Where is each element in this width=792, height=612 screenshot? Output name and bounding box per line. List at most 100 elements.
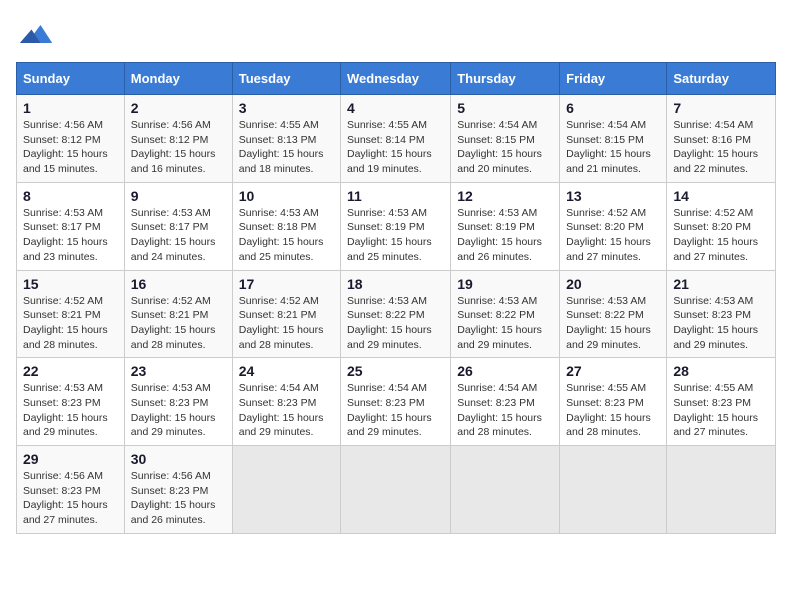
- day-number: 25: [347, 363, 444, 379]
- calendar-cell: 4Sunrise: 4:55 AMSunset: 8:14 PMDaylight…: [341, 95, 451, 183]
- header-wednesday: Wednesday: [341, 63, 451, 95]
- header-saturday: Saturday: [667, 63, 776, 95]
- calendar-week-5: 29 Sunrise: 4:56 AMSunset: 8:23 PMDayligh…: [17, 446, 776, 534]
- day-number: 14: [673, 188, 769, 204]
- day-number: 29: [23, 451, 118, 467]
- day-number: 23: [131, 363, 226, 379]
- day-number: 12: [457, 188, 553, 204]
- calendar-cell: 6 Sunrise: 4:54 AMSunset: 8:15 PMDaylight…: [560, 95, 667, 183]
- day-info: Sunrise: 4:53 AMSunset: 8:19 PMDaylight:…: [457, 206, 553, 265]
- calendar-cell: 3 Sunrise: 4:55 AMSunset: 8:13 PMDaylight…: [232, 95, 340, 183]
- day-number: 16: [131, 276, 226, 292]
- calendar-cell: [341, 446, 451, 534]
- day-number: 8: [23, 188, 118, 204]
- calendar-cell: 17 Sunrise: 4:52 AMSunset: 8:21 PMDayligh…: [232, 270, 340, 358]
- day-number: 30: [131, 451, 226, 467]
- day-info: Sunrise: 4:53 AMSunset: 8:17 PMDaylight:…: [131, 206, 226, 265]
- day-number: 11: [347, 188, 444, 204]
- day-number: 2: [131, 100, 226, 116]
- calendar-cell: 27 Sunrise: 4:55 AMSunset: 8:23 PMDayligh…: [560, 358, 667, 446]
- calendar-cell: 20Sunrise: 4:53 AMSunset: 8:22 PMDayligh…: [560, 270, 667, 358]
- day-info: Sunrise: 4:53 AMSunset: 8:22 PMDaylight:…: [457, 294, 553, 353]
- day-number: 4: [347, 100, 444, 116]
- day-number: 19: [457, 276, 553, 292]
- calendar-cell: 11 Sunrise: 4:53 AMSunset: 8:19 PMDayligh…: [341, 182, 451, 270]
- day-number: 27: [566, 363, 660, 379]
- calendar-cell: 25 Sunrise: 4:54 AMSunset: 8:23 PMDayligh…: [341, 358, 451, 446]
- day-number: 13: [566, 188, 660, 204]
- calendar-week-2: 8 Sunrise: 4:53 AMSunset: 8:17 PMDaylight…: [17, 182, 776, 270]
- day-info: Sunrise: 4:54 AMSunset: 8:23 PMDaylight:…: [347, 381, 444, 440]
- calendar-cell: 29 Sunrise: 4:56 AMSunset: 8:23 PMDayligh…: [17, 446, 125, 534]
- calendar-cell: 12 Sunrise: 4:53 AMSunset: 8:19 PMDayligh…: [451, 182, 560, 270]
- calendar-cell: [451, 446, 560, 534]
- calendar-cell: 22 Sunrise: 4:53 AMSunset: 8:23 PMDayligh…: [17, 358, 125, 446]
- header-monday: Monday: [124, 63, 232, 95]
- calendar-week-1: 1 Sunrise: 4:56 AMSunset: 8:12 PMDaylight…: [17, 95, 776, 183]
- day-info: Sunrise: 4:53 AMSunset: 8:23 PMDaylight:…: [673, 294, 769, 353]
- day-number: 15: [23, 276, 118, 292]
- day-number: 6: [566, 100, 660, 116]
- day-info: Sunrise: 4:55 AMSunset: 8:13 PMDaylight:…: [239, 118, 334, 177]
- day-info: Sunrise: 4:54 AMSunset: 8:16 PMDaylight:…: [673, 118, 769, 177]
- day-number: 17: [239, 276, 334, 292]
- day-info: Sunrise: 4:52 AMSunset: 8:21 PMDaylight:…: [23, 294, 118, 353]
- day-info: Sunrise: 4:56 AMSunset: 8:23 PMDaylight:…: [131, 469, 226, 528]
- day-number: 28: [673, 363, 769, 379]
- day-info: Sunrise: 4:53 AMSunset: 8:19 PMDaylight:…: [347, 206, 444, 265]
- header-friday: Friday: [560, 63, 667, 95]
- day-number: 18: [347, 276, 444, 292]
- day-info: Sunrise: 4:55 AMSunset: 8:23 PMDaylight:…: [566, 381, 660, 440]
- calendar-cell: 18Sunrise: 4:53 AMSunset: 8:22 PMDayligh…: [341, 270, 451, 358]
- logo: [16, 16, 54, 52]
- header-tuesday: Tuesday: [232, 63, 340, 95]
- day-number: 5: [457, 100, 553, 116]
- day-info: Sunrise: 4:53 AMSunset: 8:22 PMDaylight:…: [566, 294, 660, 353]
- day-info: Sunrise: 4:54 AMSunset: 8:15 PMDaylight:…: [566, 118, 660, 177]
- calendar-cell: 21Sunrise: 4:53 AMSunset: 8:23 PMDayligh…: [667, 270, 776, 358]
- day-info: Sunrise: 4:53 AMSunset: 8:23 PMDaylight:…: [131, 381, 226, 440]
- day-info: Sunrise: 4:54 AMSunset: 8:15 PMDaylight:…: [457, 118, 553, 177]
- day-info: Sunrise: 4:56 AMSunset: 8:12 PMDaylight:…: [23, 118, 118, 177]
- day-info: Sunrise: 4:52 AMSunset: 8:21 PMDaylight:…: [131, 294, 226, 353]
- day-number: 26: [457, 363, 553, 379]
- day-info: Sunrise: 4:52 AMSunset: 8:20 PMDaylight:…: [673, 206, 769, 265]
- day-info: Sunrise: 4:52 AMSunset: 8:20 PMDaylight:…: [566, 206, 660, 265]
- page-header: [16, 16, 776, 52]
- day-info: Sunrise: 4:55 AMSunset: 8:23 PMDaylight:…: [673, 381, 769, 440]
- calendar-cell: 19 Sunrise: 4:53 AMSunset: 8:22 PMDayligh…: [451, 270, 560, 358]
- header-sunday: Sunday: [17, 63, 125, 95]
- calendar-cell: 9 Sunrise: 4:53 AMSunset: 8:17 PMDaylight…: [124, 182, 232, 270]
- calendar-cell: [232, 446, 340, 534]
- day-number: 22: [23, 363, 118, 379]
- day-info: Sunrise: 4:53 AMSunset: 8:18 PMDaylight:…: [239, 206, 334, 265]
- calendar-week-3: 15 Sunrise: 4:52 AMSunset: 8:21 PMDayligh…: [17, 270, 776, 358]
- day-info: Sunrise: 4:56 AMSunset: 8:23 PMDaylight:…: [23, 469, 118, 528]
- day-number: 7: [673, 100, 769, 116]
- calendar-cell: 15 Sunrise: 4:52 AMSunset: 8:21 PMDayligh…: [17, 270, 125, 358]
- calendar-cell: 26Sunrise: 4:54 AMSunset: 8:23 PMDayligh…: [451, 358, 560, 446]
- day-info: Sunrise: 4:53 AMSunset: 8:23 PMDaylight:…: [23, 381, 118, 440]
- calendar-cell: [667, 446, 776, 534]
- calendar-cell: 14 Sunrise: 4:52 AMSunset: 8:20 PMDayligh…: [667, 182, 776, 270]
- day-info: Sunrise: 4:56 AMSunset: 8:12 PMDaylight:…: [131, 118, 226, 177]
- calendar-cell: 7 Sunrise: 4:54 AMSunset: 8:16 PMDaylight…: [667, 95, 776, 183]
- day-number: 24: [239, 363, 334, 379]
- calendar-cell: 2 Sunrise: 4:56 AMSunset: 8:12 PMDaylight…: [124, 95, 232, 183]
- calendar-cell: 5 Sunrise: 4:54 AMSunset: 8:15 PMDaylight…: [451, 95, 560, 183]
- day-info: Sunrise: 4:52 AMSunset: 8:21 PMDaylight:…: [239, 294, 334, 353]
- day-number: 3: [239, 100, 334, 116]
- day-info: Sunrise: 4:54 AMSunset: 8:23 PMDaylight:…: [239, 381, 334, 440]
- calendar-cell: 8 Sunrise: 4:53 AMSunset: 8:17 PMDaylight…: [17, 182, 125, 270]
- calendar-cell: [560, 446, 667, 534]
- day-number: 1: [23, 100, 118, 116]
- day-info: Sunrise: 4:53 AMSunset: 8:17 PMDaylight:…: [23, 206, 118, 265]
- day-number: 10: [239, 188, 334, 204]
- calendar-cell: 1 Sunrise: 4:56 AMSunset: 8:12 PMDaylight…: [17, 95, 125, 183]
- calendar-table: SundayMondayTuesdayWednesdayThursdayFrid…: [16, 62, 776, 534]
- logo-icon: [18, 16, 54, 52]
- calendar-cell: 30 Sunrise: 4:56 AMSunset: 8:23 PMDayligh…: [124, 446, 232, 534]
- day-number: 9: [131, 188, 226, 204]
- calendar-cell: 23 Sunrise: 4:53 AMSunset: 8:23 PMDayligh…: [124, 358, 232, 446]
- calendar-cell: 28 Sunrise: 4:55 AMSunset: 8:23 PMDayligh…: [667, 358, 776, 446]
